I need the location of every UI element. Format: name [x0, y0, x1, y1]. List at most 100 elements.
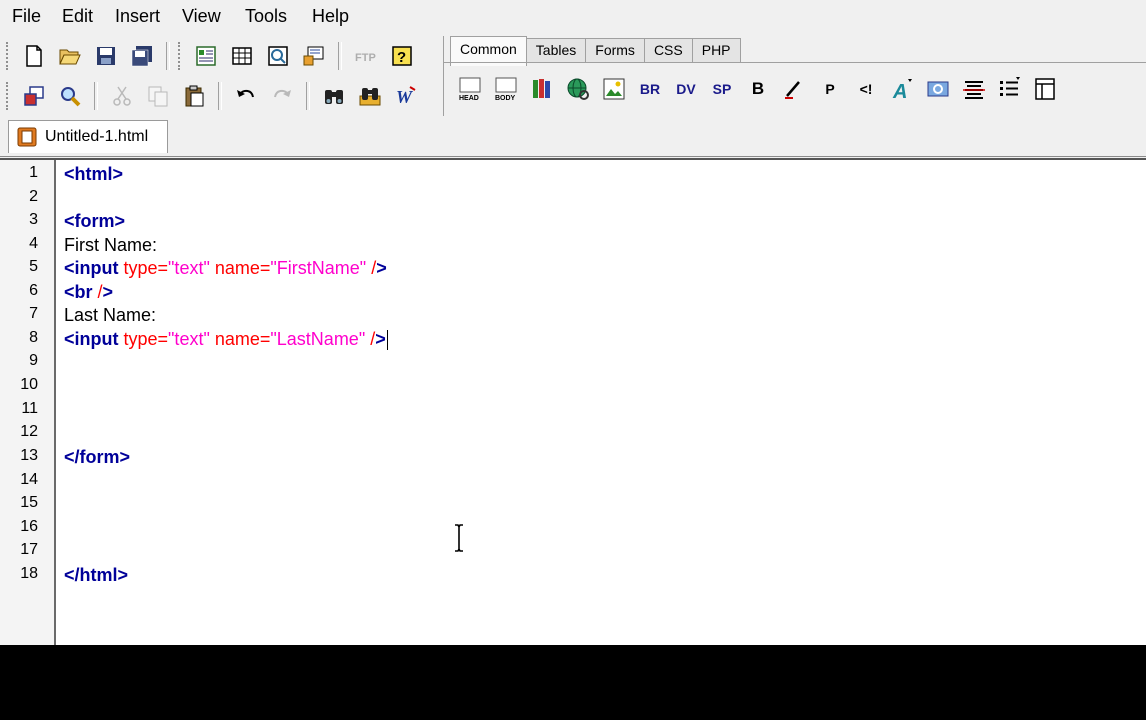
insert-strike-button[interactable]	[958, 74, 990, 104]
tab-tables[interactable]: Tables	[525, 38, 587, 63]
menu-tools[interactable]: Tools	[245, 6, 287, 27]
new-file-button[interactable]	[18, 40, 50, 72]
preview-button[interactable]	[262, 40, 294, 72]
help-button[interactable]: ?	[386, 40, 418, 72]
table-icon	[232, 47, 252, 65]
line-number: 9	[29, 352, 38, 369]
menu-view[interactable]: View	[182, 6, 221, 27]
document-tab[interactable]: Untitled-1.html	[8, 120, 168, 153]
insert-bar: Common Tables Forms CSS PHP HEAD BODY BR	[443, 36, 1146, 116]
template-icon	[1035, 78, 1055, 100]
find-button[interactable]	[54, 80, 86, 112]
copy-button[interactable]	[142, 80, 174, 112]
insert-span-button[interactable]: SP	[706, 74, 738, 104]
menu-edit[interactable]: Edit	[62, 6, 93, 27]
ftp-button[interactable]: FTP	[350, 40, 382, 72]
insert-template-button[interactable]	[1030, 74, 1062, 104]
new-window-button[interactable]	[18, 80, 50, 112]
ftp-icon: FTP	[355, 52, 376, 64]
insert-email-button[interactable]	[922, 74, 954, 104]
cut-button[interactable]	[106, 80, 138, 112]
insert-image-button[interactable]	[598, 74, 630, 104]
code-line-4[interactable]: First Name:	[64, 233, 157, 257]
edit-toolbar: W	[4, 78, 424, 114]
search-icon	[61, 87, 81, 107]
align-strike-icon	[963, 81, 985, 99]
insert-body-button[interactable]: BODY	[490, 74, 522, 104]
insert-br-button[interactable]: BR	[634, 74, 666, 104]
pen-italic-icon	[785, 81, 800, 99]
publish-icon	[303, 46, 324, 66]
font-a-icon: A	[892, 79, 912, 102]
line-number: 8	[29, 329, 38, 346]
globe-link-icon	[567, 78, 589, 100]
binoculars-folder-icon	[359, 88, 381, 106]
page-layout-icon	[196, 46, 216, 66]
menu-file[interactable]: File	[12, 6, 41, 27]
redo-button[interactable]	[266, 80, 298, 112]
toolbar-separator	[218, 82, 222, 110]
undo-button[interactable]	[230, 80, 262, 112]
insert-font-button[interactable]: A	[886, 74, 918, 104]
line-number: 14	[20, 471, 38, 488]
insert-div-button[interactable]: DV	[670, 74, 702, 104]
tab-css[interactable]: CSS	[643, 38, 693, 63]
ibeam-cursor-icon	[455, 524, 463, 552]
save-button[interactable]	[90, 40, 122, 72]
insert-italic-button[interactable]	[778, 74, 810, 104]
find-replace-button[interactable]	[318, 80, 350, 112]
tab-php[interactable]: PHP	[691, 38, 741, 63]
toolbar-separator	[94, 82, 98, 110]
insert-list-button[interactable]	[994, 74, 1026, 104]
text-caret	[386, 330, 388, 351]
toolbar-separator	[306, 82, 310, 110]
table-button[interactable]	[226, 40, 258, 72]
code-line-13[interactable]: </form>	[64, 445, 130, 469]
page-properties-button[interactable]	[190, 40, 222, 72]
copy-icon	[148, 86, 168, 107]
insert-bar-tabs: Common Tables Forms CSS PHP	[450, 36, 741, 66]
word-icon: W	[396, 86, 416, 107]
code-editor[interactable]: 1 2 3 4 5 6 7 8 9 10 11 12 13 14 15 16 17 18 <html> <form…	[0, 158, 1146, 645]
new-file-icon	[26, 45, 42, 67]
spell-check-button[interactable]: W	[390, 80, 422, 112]
open-file-button[interactable]	[54, 40, 86, 72]
svg-text:A: A	[892, 81, 907, 102]
line-number: 18	[20, 565, 38, 582]
insert-comment-button[interactable]: <!	[850, 74, 882, 104]
help-icon: ?	[392, 46, 412, 66]
menu-help[interactable]: Help	[312, 6, 349, 27]
code-line-7[interactable]: Last Name:	[64, 303, 156, 327]
document-tab-label: Untitled-1.html	[45, 128, 149, 145]
insert-bold-button[interactable]: B	[742, 74, 774, 104]
paste-button[interactable]	[178, 80, 210, 112]
toolbar-grip[interactable]	[6, 82, 12, 110]
preview-icon	[268, 46, 288, 66]
line-number: 11	[21, 400, 38, 417]
email-icon	[927, 81, 949, 97]
insert-frameset-button[interactable]	[526, 74, 558, 104]
code-line-3[interactable]: <form>	[64, 209, 125, 233]
code-line-1[interactable]: <html>	[64, 162, 123, 186]
tab-forms[interactable]: Forms	[585, 38, 645, 63]
insert-paragraph-button[interactable]: P	[814, 74, 846, 104]
code-line-18[interactable]: </html>	[64, 563, 128, 587]
insert-head-button[interactable]: HEAD	[454, 74, 486, 104]
code-line-5[interactable]: <input type="text" name="FirstName" />	[64, 256, 387, 280]
line-number: 7	[29, 305, 38, 322]
toolbar-separator	[338, 42, 342, 70]
publish-button[interactable]	[298, 40, 330, 72]
insert-link-button[interactable]	[562, 74, 594, 104]
svg-text:BODY: BODY	[495, 95, 516, 102]
menu-insert[interactable]: Insert	[115, 6, 160, 27]
line-number: 12	[20, 423, 38, 440]
find-in-files-button[interactable]	[354, 80, 386, 112]
code-line-8[interactable]: <input type="text" name="LastName" />	[64, 327, 388, 351]
save-all-button[interactable]	[126, 40, 158, 72]
code-line-6[interactable]: <br />	[64, 280, 113, 304]
html-file-icon	[17, 127, 37, 147]
toolbar-grip[interactable]	[6, 42, 12, 70]
binoculars-icon	[325, 90, 343, 104]
toolbar-grip[interactable]	[178, 42, 184, 70]
line-number: 4	[29, 235, 38, 252]
